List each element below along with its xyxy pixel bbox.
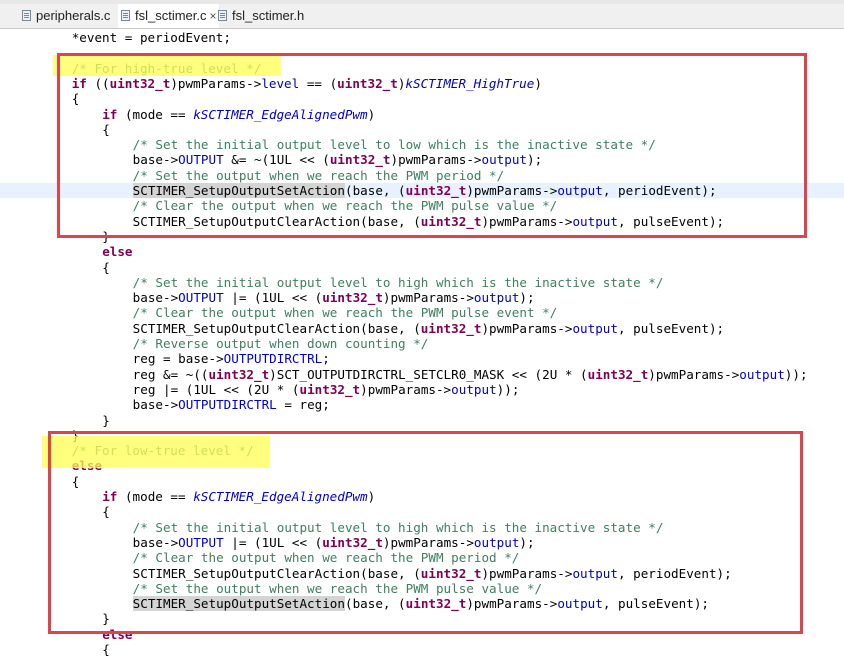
code-token: )SCT_OUTPUTDIRCTRL_SETCLR0_MASK << (2U *… (269, 366, 588, 382)
tab-fsl-sctimer-c[interactable]: fsl_sctimer.c × (118, 4, 219, 28)
code-token: )); (784, 366, 808, 382)
code-token: )); (496, 381, 520, 397)
code-token: OUTPUTDIRCTRL (223, 351, 323, 367)
code-line[interactable]: /* Reverse output when down counting */ (0, 336, 844, 351)
code-line-text: { (102, 642, 110, 657)
code-token: output (572, 320, 618, 336)
code-token: base-> (132, 397, 179, 413)
h-file-icon (218, 10, 227, 21)
code-line[interactable]: *event = periodEvent; (0, 30, 844, 45)
red-box-low-true-edge-aligned (48, 431, 803, 634)
code-token: uint32_t (299, 381, 361, 397)
code-token: *event = periodEvent; (71, 30, 231, 45)
tab-label: fsl_sctimer.c (135, 8, 207, 23)
code-line[interactable]: base->OUTPUTDIRCTRL = reg; (0, 397, 844, 412)
code-token: { (102, 259, 110, 275)
code-token: OUTPUTDIRCTRL (178, 397, 277, 413)
editor-tab-bar: peripherals.c fsl_sctimer.c × fsl_sctimer… (0, 4, 844, 29)
c-file-icon (121, 10, 130, 21)
code-token: uint32_t (322, 290, 383, 306)
code-token: reg |= (1UL << (2U * ( (132, 381, 300, 397)
code-line[interactable]: reg = base->OUTPUTDIRCTRL; (0, 351, 844, 366)
code-line[interactable]: reg &= ~((uint32_t)SCT_OUTPUTDIRCTRL_SET… (0, 367, 844, 382)
code-token: uint32_t (208, 366, 270, 382)
code-token: SCTIMER_SetupOutputClearAction(base, ( (132, 320, 421, 336)
code-token: )pwmParams-> (382, 290, 474, 306)
code-token: , pulseEvent); (617, 320, 725, 336)
code-token: output (473, 290, 520, 306)
red-box-high-true-edge-aligned (57, 53, 807, 238)
code-token: OUTPUT (178, 290, 224, 306)
code-line[interactable]: reg |= (1UL << (2U * (uint32_t)pwmParams… (0, 382, 844, 397)
code-line-text: SCTIMER_SetupOutputClearAction(base, (ui… (133, 321, 724, 336)
code-token: /* Set the initial output level to high … (132, 274, 664, 290)
code-token: output (451, 381, 497, 397)
code-token: = reg; (276, 397, 330, 413)
code-line[interactable]: /* Set the initial output level to high … (0, 275, 844, 290)
code-line[interactable]: } (0, 413, 844, 428)
code-line[interactable]: else (0, 244, 844, 259)
code-token: uint32_t (420, 320, 482, 336)
code-line-text: /* Set the initial output level to high … (133, 275, 664, 290)
code-token: reg &= ~(( (132, 366, 209, 382)
code-token: uint32_t (587, 366, 649, 382)
code-token: |= (1UL << ( (223, 290, 323, 306)
code-line[interactable]: /* Clear the output when we reach the PW… (0, 305, 844, 320)
tab-fsl-sctimer-h[interactable]: fsl_sctimer.h (218, 4, 308, 28)
code-line-text: /* Clear the output when we reach the PW… (133, 305, 558, 320)
code-token: /* Reverse output when down counting */ (132, 336, 429, 351)
code-token: else (102, 244, 133, 260)
tab-label: fsl_sctimer.h (232, 8, 305, 23)
code-line-text: { (102, 260, 110, 275)
code-line-text: } (102, 413, 110, 428)
code-token: reg = base-> (132, 351, 224, 367)
code-token: )pwmParams-> (648, 366, 740, 382)
code-token: output (739, 366, 785, 382)
code-line-text: base->OUTPUT |= (1UL << (uint32_t)pwmPar… (133, 290, 535, 305)
code-line[interactable]: base->OUTPUT |= (1UL << (uint32_t)pwmPar… (0, 290, 844, 305)
code-token: ; (322, 351, 330, 367)
code-line[interactable]: SCTIMER_SetupOutputClearAction(base, (ui… (0, 321, 844, 336)
code-line-text: /* Reverse output when down counting */ (133, 336, 429, 351)
tab-label: peripherals.c (36, 8, 111, 23)
code-line-text: *event = periodEvent; (72, 30, 231, 45)
code-line-text: reg = base->OUTPUTDIRCTRL; (133, 351, 330, 366)
c-file-icon (22, 10, 31, 21)
code-token: ); (519, 290, 535, 306)
code-token: base-> (132, 290, 179, 306)
code-token: )pwmParams-> (481, 320, 573, 336)
code-line[interactable]: { (0, 260, 844, 275)
code-line[interactable]: { (0, 642, 844, 657)
code-line-text: else (102, 244, 132, 259)
code-token: )pwmParams-> (360, 381, 452, 397)
code-token: { (102, 642, 110, 657)
tab-peripherals-c[interactable]: peripherals.c (22, 4, 114, 28)
code-token: } (102, 412, 110, 428)
close-icon[interactable]: × (210, 9, 217, 23)
code-line-text: reg &= ~((uint32_t)SCT_OUTPUTDIRCTRL_SET… (133, 367, 808, 382)
code-line-text: reg |= (1UL << (2U * (uint32_t)pwmParams… (133, 382, 520, 397)
code-line-text: base->OUTPUTDIRCTRL = reg; (133, 397, 330, 412)
code-token: /* Clear the output when we reach the PW… (132, 305, 558, 321)
